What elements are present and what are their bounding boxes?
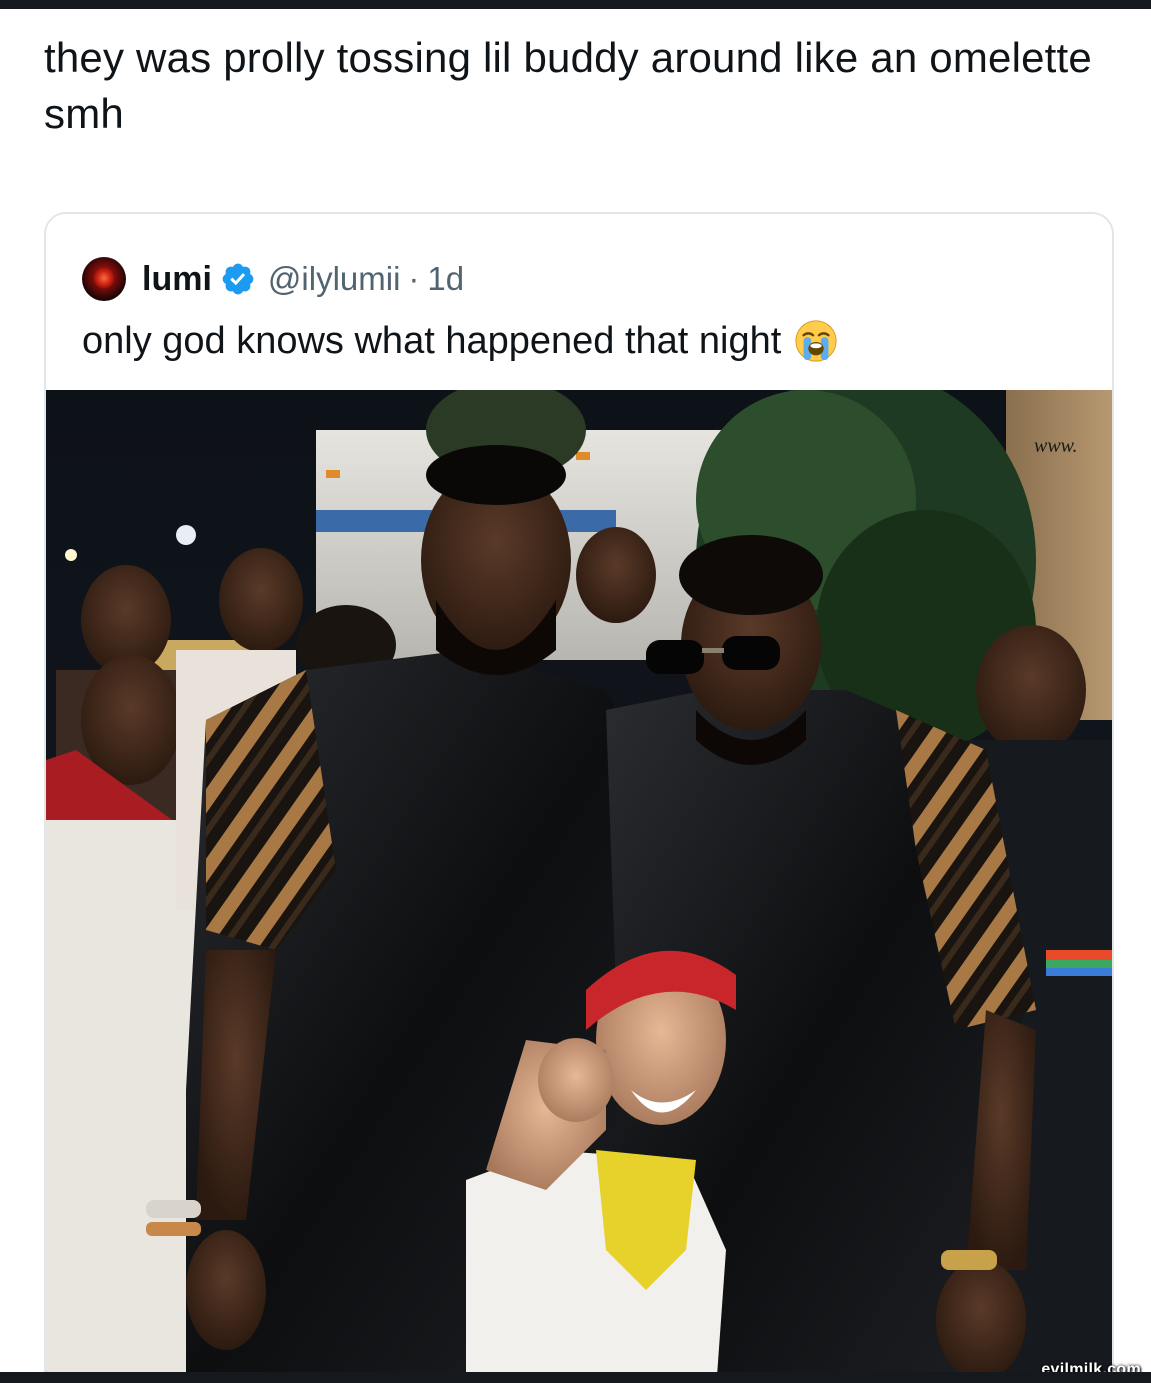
photo-illustration: 60 www.: [46, 390, 1112, 1383]
quoted-tweet-card[interactable]: lumi @ilylumii · 1d only god knows what …: [44, 212, 1114, 1383]
user-handle[interactable]: @ilylumii: [268, 260, 401, 298]
separator-dot: ·: [408, 260, 420, 297]
quoted-tweet-text-row: only god knows what happened that night: [82, 318, 839, 364]
post-text: they was prolly tossing lil buddy around…: [44, 34, 1092, 137]
quoted-tweet-text: only god knows what happened that night: [82, 319, 782, 362]
bottom-frame-bar: [0, 1372, 1151, 1383]
quoted-tweet-header: lumi @ilylumii · 1d: [82, 256, 464, 302]
verified-badge-icon: [222, 263, 254, 295]
sign-text-right: www.: [1034, 435, 1078, 457]
avatar[interactable]: [82, 257, 126, 301]
display-name[interactable]: lumi: [142, 260, 212, 299]
timestamp[interactable]: 1d: [427, 260, 464, 298]
top-frame-bar: [0, 0, 1151, 9]
loudly-crying-face-icon: [795, 320, 837, 362]
attached-photo[interactable]: 60 www.: [46, 390, 1112, 1383]
